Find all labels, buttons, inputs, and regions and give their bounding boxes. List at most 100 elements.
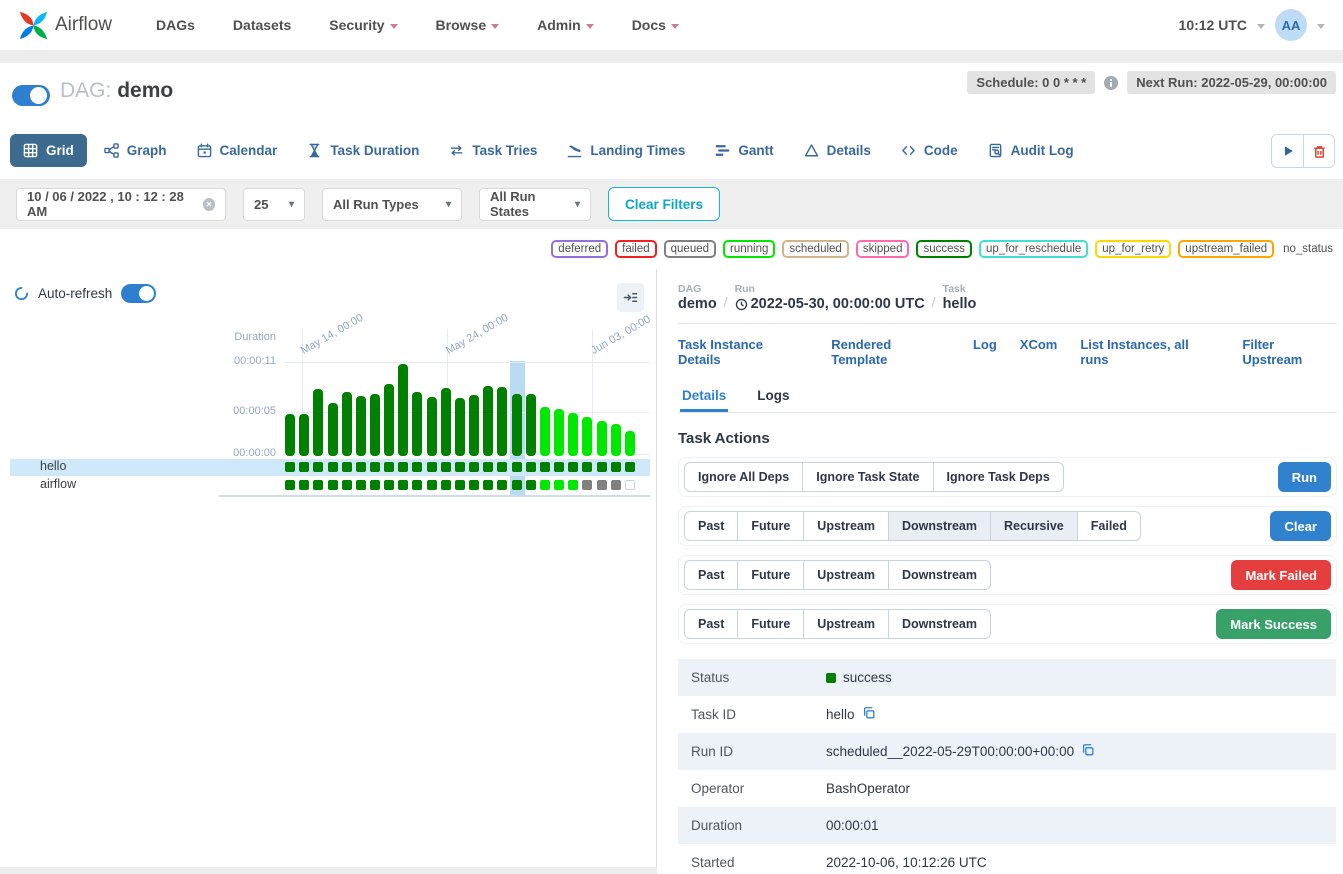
task-instance-square[interactable] bbox=[526, 480, 536, 490]
legend-queued[interactable]: queued bbox=[664, 240, 716, 258]
option-recursive[interactable]: Recursive bbox=[990, 511, 1078, 541]
legend-scheduled[interactable]: scheduled bbox=[782, 240, 848, 258]
option-upstream[interactable]: Upstream bbox=[803, 560, 889, 590]
task-row-label-hello[interactable]: hello bbox=[40, 459, 66, 473]
task-instance-square[interactable] bbox=[342, 462, 352, 472]
legend-success[interactable]: success bbox=[916, 240, 972, 258]
task-instance-square[interactable] bbox=[398, 480, 408, 490]
option-future[interactable]: Future bbox=[737, 511, 804, 541]
task-instance-square[interactable] bbox=[427, 462, 437, 472]
task-instance-square[interactable] bbox=[455, 462, 465, 472]
collapse-panel-button[interactable] bbox=[617, 283, 644, 312]
run-duration-bar[interactable] bbox=[313, 389, 323, 456]
task-instance-square[interactable] bbox=[582, 480, 592, 490]
legend-skipped[interactable]: skipped bbox=[856, 240, 910, 258]
tab-details[interactable]: Details bbox=[791, 134, 884, 167]
run-duration-bar[interactable] bbox=[554, 409, 564, 456]
task-instance-square[interactable] bbox=[611, 462, 621, 472]
tab-calendar[interactable]: Calendar bbox=[184, 134, 291, 167]
run-button[interactable]: Run bbox=[1278, 462, 1331, 492]
option-failed[interactable]: Failed bbox=[1077, 511, 1141, 541]
task-instance-square[interactable] bbox=[483, 462, 493, 472]
task-instance-square[interactable] bbox=[441, 462, 451, 472]
task-instance-square[interactable] bbox=[328, 480, 338, 490]
run-duration-bar[interactable] bbox=[328, 403, 338, 457]
run-duration-bar[interactable] bbox=[412, 392, 422, 456]
task-instance-square[interactable] bbox=[554, 462, 564, 472]
option-past[interactable]: Past bbox=[684, 560, 738, 590]
task-instance-square[interactable] bbox=[342, 480, 352, 490]
run-duration-bar[interactable] bbox=[342, 392, 352, 456]
nav-item-admin[interactable]: Admin bbox=[537, 17, 594, 33]
task-instance-square[interactable] bbox=[597, 480, 607, 490]
task-instance-square[interactable] bbox=[285, 462, 295, 472]
task-instance-square[interactable] bbox=[597, 462, 607, 472]
run-duration-bar[interactable] bbox=[299, 414, 309, 456]
task-instance-square[interactable] bbox=[497, 480, 507, 490]
delete-dag-button[interactable] bbox=[1303, 135, 1334, 167]
run-duration-bar[interactable] bbox=[625, 431, 635, 456]
task-instance-square[interactable] bbox=[625, 480, 635, 490]
task-instance-square[interactable] bbox=[384, 480, 394, 490]
task-instance-square[interactable] bbox=[299, 480, 309, 490]
run-duration-bar[interactable] bbox=[497, 387, 507, 456]
mark-failed-button[interactable]: Mark Failed bbox=[1231, 560, 1331, 590]
nav-item-security[interactable]: Security bbox=[329, 17, 397, 33]
task-instance-square[interactable] bbox=[540, 462, 550, 472]
nav-item-datasets[interactable]: Datasets bbox=[233, 17, 291, 33]
utc-clock[interactable]: 10:12 UTC bbox=[1179, 17, 1247, 33]
task-instance-square[interactable] bbox=[398, 462, 408, 472]
link-rendered-template[interactable]: Rendered Template bbox=[831, 337, 950, 367]
run-duration-bar[interactable] bbox=[398, 364, 408, 456]
task-instance-square[interactable] bbox=[384, 462, 394, 472]
run-duration-bar[interactable] bbox=[597, 421, 607, 456]
task-instance-square[interactable] bbox=[370, 480, 380, 490]
option-upstream[interactable]: Upstream bbox=[803, 511, 889, 541]
avatar[interactable]: AA bbox=[1275, 9, 1307, 41]
run-duration-bar[interactable] bbox=[285, 414, 295, 456]
option-future[interactable]: Future bbox=[737, 609, 804, 639]
run-duration-bar[interactable] bbox=[356, 396, 366, 456]
run-duration-bar[interactable] bbox=[540, 407, 550, 456]
run-duration-bar[interactable] bbox=[469, 395, 479, 456]
panel-tab-logs[interactable]: Logs bbox=[755, 382, 791, 412]
run-duration-bar[interactable] bbox=[526, 394, 536, 456]
run-duration-bar[interactable] bbox=[370, 394, 380, 456]
run-duration-bar[interactable] bbox=[582, 417, 592, 456]
link-log[interactable]: Log bbox=[973, 337, 997, 367]
task-instance-square[interactable] bbox=[497, 462, 507, 472]
option-ignore-task-state[interactable]: Ignore Task State bbox=[802, 462, 933, 492]
task-instance-square[interactable] bbox=[568, 462, 578, 472]
task-instance-square[interactable] bbox=[427, 480, 437, 490]
auto-refresh-toggle[interactable] bbox=[121, 284, 156, 303]
option-downstream[interactable]: Downstream bbox=[888, 511, 991, 541]
option-past[interactable]: Past bbox=[684, 511, 738, 541]
clear-button[interactable]: Clear bbox=[1270, 511, 1331, 541]
base-date-input[interactable]: 10 / 06 / 2022 , 10 : 12 : 28 AM ✕ bbox=[16, 188, 226, 221]
option-downstream[interactable]: Downstream bbox=[888, 560, 991, 590]
nav-item-docs[interactable]: Docs bbox=[632, 17, 679, 33]
link-list-instances-all-runs[interactable]: List Instances, all runs bbox=[1080, 337, 1219, 367]
clear-filters-button[interactable]: Clear Filters bbox=[608, 187, 720, 221]
info-icon[interactable] bbox=[1103, 75, 1119, 91]
option-future[interactable]: Future bbox=[737, 560, 804, 590]
run-duration-bar[interactable] bbox=[568, 413, 578, 456]
breadcrumb-run[interactable]: Run 2022-05-30, 00:00:00 UTC bbox=[735, 283, 925, 312]
option-downstream[interactable]: Downstream bbox=[888, 609, 991, 639]
trigger-dag-button[interactable] bbox=[1272, 135, 1303, 167]
tab-graph[interactable]: Graph bbox=[91, 134, 180, 167]
run-duration-bar[interactable] bbox=[512, 394, 522, 456]
clear-date-icon[interactable]: ✕ bbox=[203, 198, 215, 211]
run-duration-bar[interactable] bbox=[483, 386, 493, 456]
run-states-select[interactable]: All Run States ▾ bbox=[479, 188, 591, 221]
run-duration-bar[interactable] bbox=[455, 398, 465, 457]
option-ignore-all-deps[interactable]: Ignore All Deps bbox=[684, 462, 803, 492]
run-duration-bar[interactable] bbox=[441, 388, 451, 456]
tab-grid[interactable]: Grid bbox=[10, 134, 87, 167]
task-instance-square[interactable] bbox=[568, 480, 578, 490]
task-instance-square[interactable] bbox=[554, 480, 564, 490]
task-instance-square[interactable] bbox=[370, 462, 380, 472]
legend-failed[interactable]: failed bbox=[615, 240, 657, 258]
clock-caret-icon[interactable] bbox=[1257, 24, 1265, 29]
tab-audit-log[interactable]: Audit Log bbox=[975, 134, 1087, 167]
